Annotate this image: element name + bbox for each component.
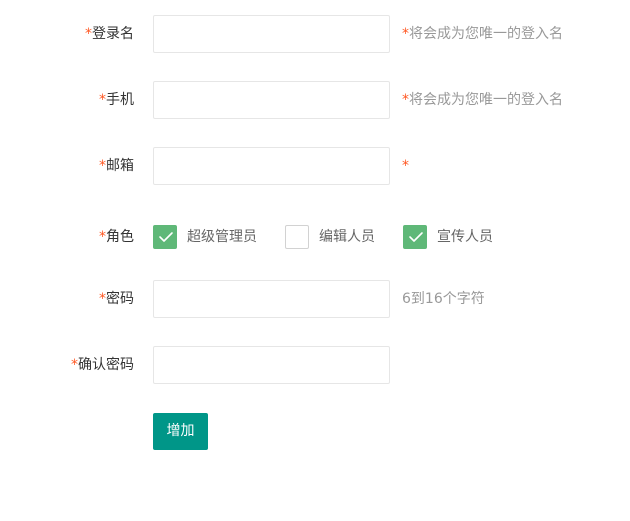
checkbox-box[interactable] — [285, 225, 309, 249]
required-mark: * — [99, 229, 106, 245]
password-row: *密码 6到16个字符 — [0, 280, 630, 318]
role-row: *角色 超级管理员 编辑人员 宣传人员 — [0, 218, 630, 256]
phone-label-text: 手机 — [106, 92, 134, 108]
email-label-text: 邮箱 — [106, 158, 134, 174]
confirm-password-row: *确认密码 — [0, 346, 630, 384]
password-input[interactable] — [153, 280, 390, 318]
phone-input[interactable] — [153, 81, 390, 119]
username-label: *登录名 — [85, 15, 134, 53]
confirm-password-label-text: 确认密码 — [78, 357, 134, 373]
username-hint-text: 将会成为您唯一的登入名 — [409, 26, 563, 42]
add-user-form: *登录名 *将会成为您唯一的登入名 *手机 *将会成为您唯一的登入名 *邮箱 *… — [0, 0, 630, 521]
checkbox-box[interactable] — [153, 225, 177, 249]
required-mark: * — [99, 291, 106, 307]
required-mark: * — [402, 92, 409, 108]
required-mark: * — [71, 357, 78, 373]
email-row: *邮箱 * — [0, 147, 630, 185]
check-icon — [159, 232, 173, 242]
confirm-password-label: *确认密码 — [71, 346, 134, 384]
confirm-password-input[interactable] — [153, 346, 390, 384]
phone-row: *手机 *将会成为您唯一的登入名 — [0, 81, 630, 119]
username-hint: *将会成为您唯一的登入名 — [402, 15, 563, 53]
username-row: *登录名 *将会成为您唯一的登入名 — [0, 15, 630, 53]
role-label: *角色 — [99, 218, 134, 256]
phone-hint-text: 将会成为您唯一的登入名 — [409, 92, 563, 108]
required-mark: * — [402, 158, 409, 174]
required-mark: * — [99, 158, 106, 174]
password-label-text: 密码 — [106, 291, 134, 307]
username-label-text: 登录名 — [92, 26, 134, 42]
phone-hint: *将会成为您唯一的登入名 — [402, 81, 563, 119]
add-button[interactable]: 增加 — [153, 413, 208, 450]
password-hint: 6到16个字符 — [402, 291, 485, 307]
required-mark: * — [402, 26, 409, 42]
role-option-label: 编辑人员 — [319, 229, 375, 245]
phone-label: *手机 — [99, 81, 134, 119]
required-mark: * — [99, 92, 106, 108]
email-label: *邮箱 — [99, 147, 134, 185]
email-hint: * — [402, 147, 409, 185]
check-icon — [409, 232, 423, 242]
required-mark: * — [85, 26, 92, 42]
email-input[interactable] — [153, 147, 390, 185]
password-label: *密码 — [99, 280, 134, 318]
role-label-text: 角色 — [106, 229, 134, 245]
checkbox-box[interactable] — [403, 225, 427, 249]
role-option-label: 超级管理员 — [187, 229, 257, 245]
role-option-label: 宣传人员 — [437, 229, 493, 245]
username-input[interactable] — [153, 15, 390, 53]
